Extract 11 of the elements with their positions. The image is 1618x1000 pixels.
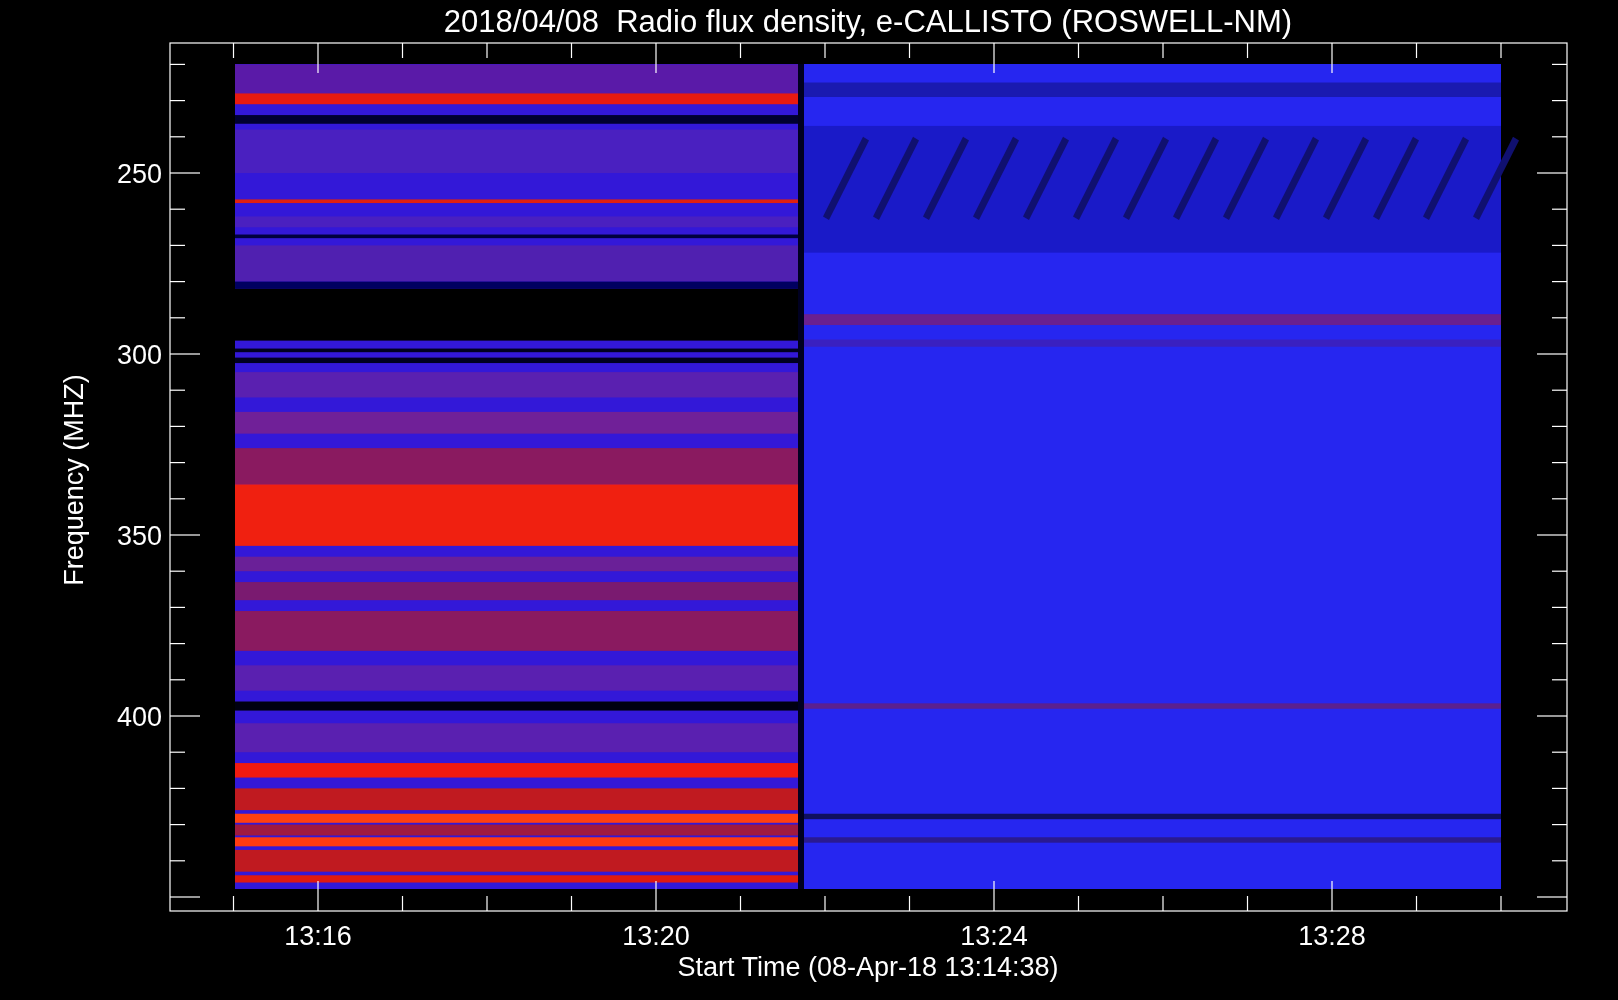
y-tick-label: 350	[116, 521, 162, 551]
chart-title: 2018/04/08 Radio flux density, e-CALLISTO (ROSWELL-NM)	[443, 4, 1293, 39]
y-tick-label: 400	[116, 702, 162, 732]
x-tick-label: 13:24	[960, 921, 1028, 951]
x-tick-label: 13:28	[1298, 921, 1366, 951]
y-tick-label: 300	[116, 340, 162, 370]
y-axis-label: Frequency (MHZ)	[59, 374, 89, 586]
x-tick-label: 13:20	[622, 921, 690, 951]
x-axis-label: Start Time (08-Apr-18 13:14:38)	[677, 952, 1059, 982]
x-tick-label: 13:16	[284, 921, 352, 951]
y-tick-label: 250	[116, 159, 162, 189]
